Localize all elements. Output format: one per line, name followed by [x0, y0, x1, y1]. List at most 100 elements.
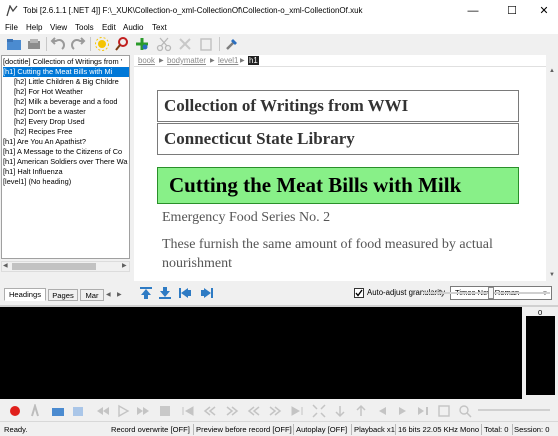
doc-subheading[interactable]: Emergency Food Series No. 2: [162, 210, 330, 226]
tree-item[interactable]: [h1] American Soldiers over There Wa: [3, 157, 127, 167]
fast-forward-icon[interactable]: [136, 404, 150, 418]
select-down-icon[interactable]: [333, 404, 347, 418]
breadcrumb-arrow-icon: ▶: [159, 58, 164, 64]
close-button[interactable]: ✕: [527, 0, 558, 22]
minimize-button[interactable]: —: [456, 0, 490, 22]
document-vertical-scrollbar[interactable]: ▲ ▼: [546, 55, 558, 281]
menu-view[interactable]: View: [50, 23, 67, 32]
tab-scroll-left-icon[interactable]: ◀: [106, 291, 111, 298]
next-page-icon[interactable]: [268, 404, 282, 418]
select-end-icon[interactable]: [416, 404, 430, 418]
scroll-left-icon[interactable]: ◀: [3, 262, 8, 269]
zoom-slider-track[interactable]: [423, 292, 550, 294]
previous-icon[interactable]: [178, 286, 192, 300]
headings-tree[interactable]: [doctitle] Collection of Writings from '…: [1, 55, 130, 259]
prev-page-icon[interactable]: [247, 404, 261, 418]
tree-item[interactable]: [h1] Are You An Apathist?: [3, 137, 86, 147]
navigate-icon[interactable]: [134, 36, 150, 52]
record-icon[interactable]: [8, 404, 22, 418]
scroll-right-icon[interactable]: ▶: [122, 262, 127, 269]
scrollbar-thumb[interactable]: [12, 263, 96, 270]
move-down-icon[interactable]: [158, 286, 172, 300]
status-separator: [193, 424, 194, 435]
zoom-slider-thumb[interactable]: [488, 287, 494, 299]
play-icon[interactable]: [116, 404, 130, 418]
breadcrumb-arrow-icon: ▶: [210, 58, 215, 64]
tree-item[interactable]: [h1] Halt Influenza: [3, 167, 63, 177]
tree-item[interactable]: [h2] Little Children & Big Childre: [14, 77, 119, 87]
redo-icon[interactable]: [70, 36, 86, 52]
menu-edit[interactable]: Edit: [102, 23, 116, 32]
tab-markers[interactable]: Mar: [80, 289, 104, 301]
next-icon[interactable]: [200, 286, 214, 300]
tree-item[interactable]: [h1] A Message to the Citizens of Co: [3, 147, 122, 157]
status-playback: Playback x1: [354, 425, 395, 434]
monitor-icon[interactable]: [28, 404, 42, 418]
menu-audio[interactable]: Audio: [123, 23, 143, 32]
tree-item[interactable]: [h2] Every Drop Used: [14, 117, 85, 127]
tab-headings[interactable]: Headings: [4, 288, 46, 301]
tab-scroll-right-icon[interactable]: ▶: [117, 291, 122, 298]
doc-paragraph[interactable]: These furnish the same amount of food me…: [162, 235, 507, 273]
toolbar: [0, 34, 558, 54]
menu-text[interactable]: Text: [152, 23, 167, 32]
split-icon[interactable]: [158, 404, 172, 418]
tree-item[interactable]: [h2] Recipes Free: [14, 127, 72, 137]
auto-adjust-checkbox[interactable]: [354, 288, 364, 298]
select-right-icon[interactable]: [396, 404, 410, 418]
doc-heading[interactable]: Cutting the Meat Bills with Milk: [157, 167, 519, 204]
document-view[interactable]: Collection of Writings from WWI Connecti…: [134, 67, 546, 281]
cut-icon[interactable]: [156, 36, 172, 52]
menu-tools[interactable]: Tools: [75, 23, 94, 32]
tree-item-selected[interactable]: [h1] Cutting the Meat Bills with Mi: [3, 67, 129, 77]
undo-icon[interactable]: [50, 36, 66, 52]
find-icon[interactable]: [114, 36, 130, 52]
menu-help[interactable]: Help: [26, 23, 42, 32]
menu-file[interactable]: File: [5, 23, 18, 32]
folder-icon[interactable]: [51, 404, 65, 418]
waveform-icon[interactable]: [437, 404, 451, 418]
zoom-fit-icon[interactable]: [312, 404, 326, 418]
breadcrumb-bodymatter[interactable]: bodymatter: [167, 56, 206, 65]
open-folder-icon[interactable]: [6, 36, 22, 52]
breadcrumb-book[interactable]: book: [138, 56, 155, 65]
sun-icon[interactable]: [94, 36, 110, 52]
select-up-icon[interactable]: [354, 404, 368, 418]
next-phrase-icon[interactable]: [290, 404, 304, 418]
status-separator: [351, 424, 352, 435]
breadcrumb-level1[interactable]: level1: [218, 56, 238, 65]
status-preview: Preview before record [OFF]: [196, 425, 292, 434]
copy-icon[interactable]: [177, 36, 193, 52]
audio-controls: Auto-adjust granularity Times New Roman …: [134, 283, 558, 303]
rewind-icon[interactable]: [96, 404, 110, 418]
zoom-icon[interactable]: [458, 404, 472, 418]
save-icon[interactable]: [26, 36, 42, 52]
prev-section-icon[interactable]: [203, 404, 217, 418]
import-icon[interactable]: [71, 404, 85, 418]
tools-icon[interactable]: [224, 36, 240, 52]
checkmark-icon: [355, 289, 363, 297]
next-section-icon[interactable]: [225, 404, 239, 418]
move-up-icon[interactable]: [139, 286, 153, 300]
status-format: 16 bits 22.05 KHz Mono: [398, 425, 480, 434]
select-left-icon[interactable]: [375, 404, 389, 418]
scroll-up-icon[interactable]: ▲: [549, 68, 555, 74]
status-bar: Ready. Record overwrite [OFF] Preview be…: [0, 421, 558, 436]
chevron-down-icon: ▼: [542, 291, 548, 297]
volume-slider-track[interactable]: [478, 409, 550, 411]
tree-item[interactable]: [h2] For Hot Weather: [14, 87, 83, 97]
tree-item[interactable]: [doctitle] Collection of Writings from ': [3, 57, 122, 67]
tree-item[interactable]: [h2] Milk a beverage and a food: [14, 97, 118, 107]
maximize-button[interactable]: ☐: [495, 0, 529, 22]
doc-title-line1: Collection of Writings from WWI: [157, 90, 519, 122]
tab-pages[interactable]: Pages: [48, 289, 78, 301]
breadcrumb-h1[interactable]: h1: [248, 56, 259, 65]
scroll-down-icon[interactable]: ▼: [549, 272, 555, 278]
status-separator: [512, 424, 513, 435]
prev-phrase-icon[interactable]: [181, 404, 195, 418]
waveform-view[interactable]: [0, 307, 522, 399]
tree-item[interactable]: [h2] Don't be a waster: [14, 107, 86, 117]
paste-icon[interactable]: [198, 36, 214, 52]
tree-item[interactable]: [level1] (No heading): [3, 177, 71, 187]
breadcrumb-arrow-icon: ▶: [240, 58, 245, 64]
